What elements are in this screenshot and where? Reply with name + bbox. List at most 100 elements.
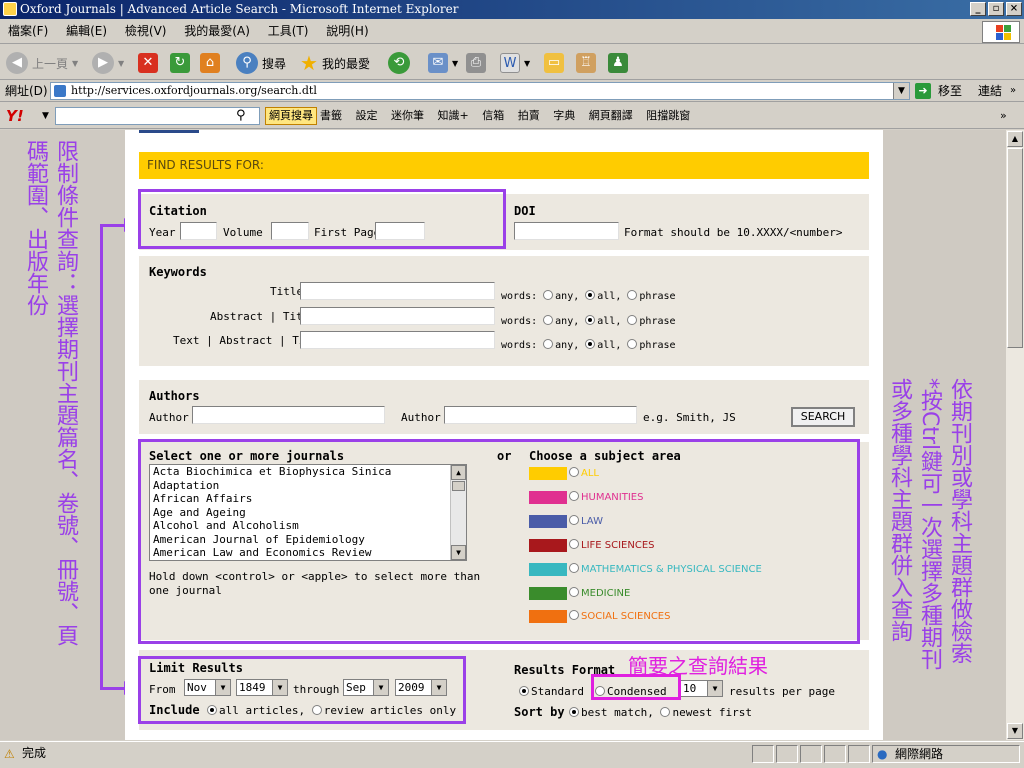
kw-abstract-title-input[interactable] (300, 307, 495, 325)
ie-icon (3, 2, 17, 16)
journals-highlight-box (138, 439, 860, 644)
print-button[interactable]: ⎙ (466, 51, 486, 75)
stop-icon: ✕ (138, 53, 158, 73)
kw3-all-radio[interactable] (585, 339, 596, 349)
per-page-label: results per page (729, 685, 835, 698)
messenger-button[interactable]: ♟ (608, 51, 628, 75)
limit-highlight-box (138, 656, 466, 724)
kw3-any-radio[interactable] (543, 339, 554, 349)
status-bar: ⚠ 完成 ● 網際網路 (0, 741, 1024, 768)
authors-title: Authors (149, 389, 200, 403)
yahoo-toolbar: Y! ▼ ⚲ 網頁搜尋 書籤 設定 迷你筆 知識+ 信箱 拍賣 字典 網頁翻譯 … (0, 103, 1024, 129)
menu-file[interactable]: 檔案(F) (8, 24, 48, 38)
minimize-button[interactable]: _ (970, 2, 986, 16)
stop-button[interactable]: ✕ (138, 51, 158, 75)
yahoo-search-input[interactable] (55, 107, 260, 125)
page-scroll-thumb[interactable] (1007, 148, 1023, 348)
menu-favorites[interactable]: 我的最愛(A) (184, 24, 250, 38)
windows-logo-icon (982, 21, 1020, 43)
menu-edit[interactable]: 編輯(E) (66, 24, 107, 38)
kw2-phrase-radio[interactable] (627, 315, 638, 325)
mail-button[interactable]: ✉ ▼ (428, 51, 458, 75)
links-chevron-icon[interactable]: » (1010, 80, 1016, 102)
forward-button[interactable]: ▶ ▼ (92, 51, 124, 75)
mail-icon: ✉ (428, 53, 448, 73)
author-example: e.g. Smith, JS (643, 411, 736, 424)
yahoo-mini-pen[interactable]: 迷你筆 (391, 109, 424, 122)
home-button[interactable]: ⌂ (200, 51, 220, 75)
search-button[interactable]: ⚲ 搜尋 (236, 51, 286, 75)
kw1-all-radio[interactable] (585, 290, 596, 300)
annotation-left-col1: 碼範圍、出版年份 (23, 140, 48, 316)
menu-view[interactable]: 檢視(V) (125, 24, 167, 38)
annotation-arrow-bottom (100, 687, 126, 690)
research-button[interactable]: ♖ (576, 51, 596, 75)
kw1-any-radio[interactable] (543, 290, 554, 300)
go-button[interactable]: 移至 (938, 80, 962, 102)
refresh-icon: ↻ (170, 53, 190, 73)
author2-input[interactable] (444, 406, 637, 424)
research-icon: ♖ (576, 53, 596, 73)
address-bar: 網址(D) http://services.oxfordjournals.org… (0, 80, 1024, 102)
annotation-arrow-vertical (100, 224, 103, 690)
page-scrollbar[interactable]: ▲ ▼ (1006, 130, 1024, 740)
per-page-select[interactable]: 10 (680, 680, 723, 697)
annotation-right-col1: 依期刊別或學科主題群做檢索 (947, 378, 972, 664)
kw2-any-radio[interactable] (543, 315, 554, 325)
best-match-radio[interactable] (569, 707, 579, 717)
kw3-phrase-radio[interactable] (627, 339, 638, 349)
kw-text-input[interactable] (300, 331, 495, 349)
internet-zone-icon: ● (877, 747, 888, 761)
favorites-button[interactable]: ★ 我的最愛 (300, 51, 370, 75)
page-icon (54, 85, 66, 97)
find-results-header: FIND RESULTS FOR: (139, 152, 869, 179)
back-button[interactable]: ◀ 上一頁 ▼ (6, 51, 78, 75)
yahoo-dictionary[interactable]: 字典 (553, 109, 575, 122)
standard-radio[interactable] (519, 686, 529, 696)
address-dropdown-icon[interactable]: ▼ (893, 83, 909, 99)
doi-hint: Format should be 10.XXXX/<number> (624, 226, 843, 239)
yahoo-translate[interactable]: 網頁翻譯 (589, 109, 633, 122)
yahoo-search-icon[interactable]: ⚲ (236, 103, 246, 129)
yahoo-search-button[interactable]: 網頁搜尋 (265, 107, 317, 125)
back-arrow-icon: ◀ (6, 52, 28, 74)
standard-toolbar: ◀ 上一頁 ▼ ▶ ▼ ✕ ↻ ⌂ ⚲ 搜尋 ★ 我的最愛 ⟲ ✉ ▼ ⎙ W … (0, 45, 1024, 80)
maximize-button[interactable]: ▫ (988, 2, 1004, 16)
forward-arrow-icon: ▶ (92, 52, 114, 74)
browser-window: Oxford Journals | Advanced Article Searc… (0, 0, 1024, 768)
yahoo-knowledge[interactable]: 知識+ (438, 109, 469, 122)
authors-section: Authors Author Author e.g. Smith, JS SEA… (139, 380, 869, 434)
done-warning-icon: ⚠ (4, 747, 15, 761)
yahoo-bookmarks[interactable]: 書籤 (320, 109, 342, 122)
annotation-right-col3: 或多種學科主題群併入查詢 (887, 378, 912, 642)
kw1-phrase-radio[interactable] (627, 290, 638, 300)
yahoo-more-chevron-icon[interactable]: » (1000, 103, 1007, 129)
page-viewport: 碼範圍、出版年份 限制條件查詢：選擇期刊主題篇名、卷號、冊號、頁 依期刊別或學科… (0, 130, 1006, 740)
doi-input[interactable] (514, 222, 619, 240)
address-input[interactable]: http://services.oxfordjournals.org/searc… (50, 82, 910, 100)
close-button[interactable]: × (1006, 2, 1022, 16)
yahoo-logo-icon[interactable]: Y! (6, 106, 24, 126)
newest-first-radio[interactable] (660, 707, 671, 717)
yahoo-auction[interactable]: 拍賣 (518, 109, 540, 122)
menu-tools[interactable]: 工具(T) (268, 24, 309, 38)
history-icon: ⟲ (388, 52, 410, 74)
history-button[interactable]: ⟲ (388, 51, 410, 75)
author1-label: Author (149, 411, 189, 424)
links-button[interactable]: 連結 (978, 80, 1002, 102)
refresh-button[interactable]: ↻ (170, 51, 190, 75)
keywords-title: Keywords (149, 265, 207, 279)
author1-input[interactable] (192, 406, 385, 424)
folder-button[interactable]: ▭ (544, 51, 564, 75)
go-arrow-icon[interactable]: ➜ (915, 83, 931, 99)
edit-button[interactable]: W ▼ (500, 51, 530, 75)
yahoo-settings[interactable]: 設定 (356, 109, 378, 122)
kw-title-input[interactable] (300, 282, 495, 300)
page-scroll-up-icon[interactable]: ▲ (1007, 131, 1023, 147)
yahoo-popup-blocker[interactable]: 阻擋跳窗 (646, 109, 690, 122)
page-scroll-down-icon[interactable]: ▼ (1007, 723, 1023, 739)
menu-help[interactable]: 說明(H) (326, 24, 368, 38)
yahoo-mail[interactable]: 信箱 (482, 109, 504, 122)
kw2-all-radio[interactable] (585, 315, 596, 325)
search-submit-button[interactable]: SEARCH (791, 407, 855, 427)
